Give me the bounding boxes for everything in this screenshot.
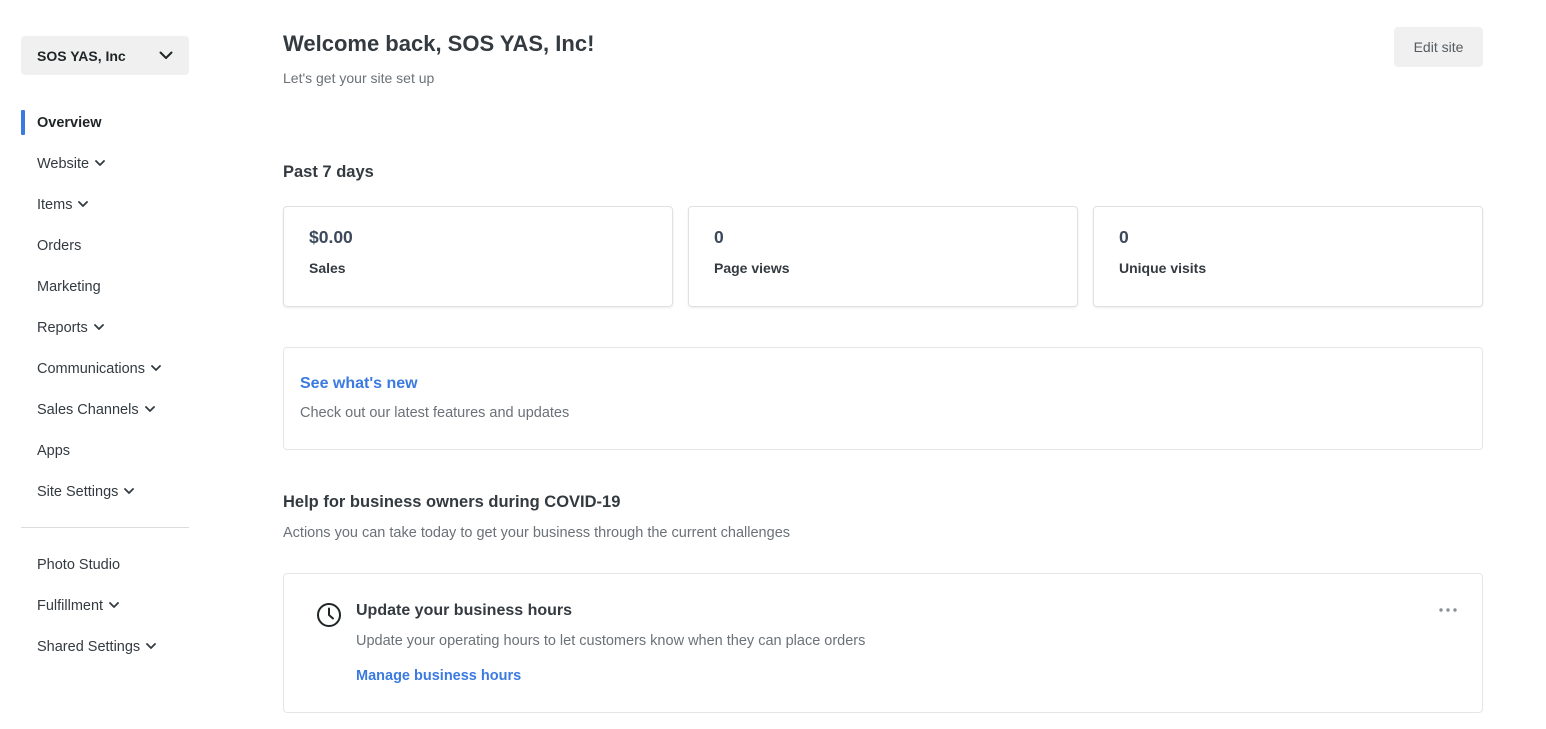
account-selector[interactable]: SOS YAS, Inc <box>21 36 189 75</box>
account-name: SOS YAS, Inc <box>37 47 126 64</box>
page-subtitle: Let's get your site set up <box>283 70 435 86</box>
nav-item-label: Apps <box>37 442 71 459</box>
edit-site-button[interactable]: Edit site <box>1394 27 1483 67</box>
manage-business-hours-link[interactable]: Manage business hours <box>356 668 521 684</box>
whats-new-description: Check out our latest features and update… <box>300 405 570 421</box>
covid-section-title: Help for business owners during COVID-19 <box>283 493 621 511</box>
nav-item-items[interactable]: Items <box>21 184 189 225</box>
nav-item-website[interactable]: Website <box>21 143 189 184</box>
nav-item-label: Items <box>37 196 73 213</box>
nav-item-label: Marketing <box>37 278 101 295</box>
chevron-down-icon <box>95 155 106 171</box>
stat-card-page-views[interactable]: 0 Page views <box>688 206 1078 307</box>
chevron-down-icon <box>151 360 161 376</box>
clock-icon <box>316 602 342 633</box>
app: SOS YAS, Inc Overview Website Items Orde… <box>0 0 1546 729</box>
chevron-down-icon <box>93 319 104 335</box>
nav-item-photo-studio[interactable]: Photo Studio <box>21 544 189 585</box>
nav-item-shared-settings[interactable]: Shared Settings <box>21 626 189 667</box>
stat-value: 0 <box>1119 227 1129 247</box>
chevron-down-icon <box>159 47 173 65</box>
nav-item-label: Fulfillment <box>37 597 104 614</box>
covid-section-description: Actions you can take today to get your b… <box>283 525 791 541</box>
whats-new-card: See what's new Check out our latest feat… <box>283 347 1483 450</box>
sidebar-divider <box>21 527 189 528</box>
nav-item-label: Photo Studio <box>37 556 121 573</box>
stat-card-sales[interactable]: $0.00 Sales <box>283 206 673 307</box>
nav-item-reports[interactable]: Reports <box>21 307 189 348</box>
nav-item-site-settings[interactable]: Site Settings <box>21 471 189 512</box>
chevron-down-icon <box>78 196 89 212</box>
stats-row: $0.00 Sales 0 Page views 0 Unique visits <box>283 206 1483 307</box>
more-options-icon[interactable] <box>1436 600 1460 620</box>
stat-value: $0.00 <box>309 227 353 247</box>
nav-item-orders[interactable]: Orders <box>21 225 189 266</box>
stat-label: Page views <box>714 260 790 276</box>
task-title: Update your business hours <box>356 602 573 619</box>
page-title: Welcome back, SOS YAS, Inc! <box>283 31 595 56</box>
stat-label: Unique visits <box>1119 260 1207 276</box>
secondary-nav: Photo Studio Fulfillment Shared Settings <box>21 544 189 667</box>
stat-label: Sales <box>309 260 346 276</box>
nav-item-overview[interactable]: Overview <box>21 102 189 143</box>
nav-item-label: Reports <box>37 319 88 336</box>
nav-item-sales-channels[interactable]: Sales Channels <box>21 389 189 430</box>
nav-item-label: Shared Settings <box>37 638 141 655</box>
task-description: Update your operating hours to let custo… <box>356 633 866 649</box>
stats-period-title: Past 7 days <box>283 163 374 181</box>
business-hours-card: Update your business hours Update your o… <box>283 573 1483 713</box>
nav-item-label: Orders <box>37 237 82 254</box>
nav-item-fulfillment[interactable]: Fulfillment <box>21 585 189 626</box>
nav-item-label: Sales Channels <box>37 401 139 418</box>
stat-value: 0 <box>714 227 724 247</box>
nav-item-marketing[interactable]: Marketing <box>21 266 189 307</box>
nav-item-label: Website <box>37 155 90 172</box>
stat-card-unique-visits[interactable]: 0 Unique visits <box>1093 206 1483 307</box>
nav-item-label: Communications <box>37 360 145 377</box>
nav-item-label: Site Settings <box>37 483 119 500</box>
chevron-down-icon <box>146 638 157 654</box>
chevron-down-icon <box>144 401 155 417</box>
whats-new-link[interactable]: See what's new <box>300 375 418 393</box>
nav-item-label: Overview <box>37 114 102 131</box>
nav-item-communications[interactable]: Communications <box>21 348 189 389</box>
primary-nav: Overview Website Items Orders Marketing … <box>21 102 189 512</box>
chevron-down-icon <box>124 483 135 499</box>
nav-item-apps[interactable]: Apps <box>21 430 189 471</box>
chevron-down-icon <box>109 597 119 613</box>
